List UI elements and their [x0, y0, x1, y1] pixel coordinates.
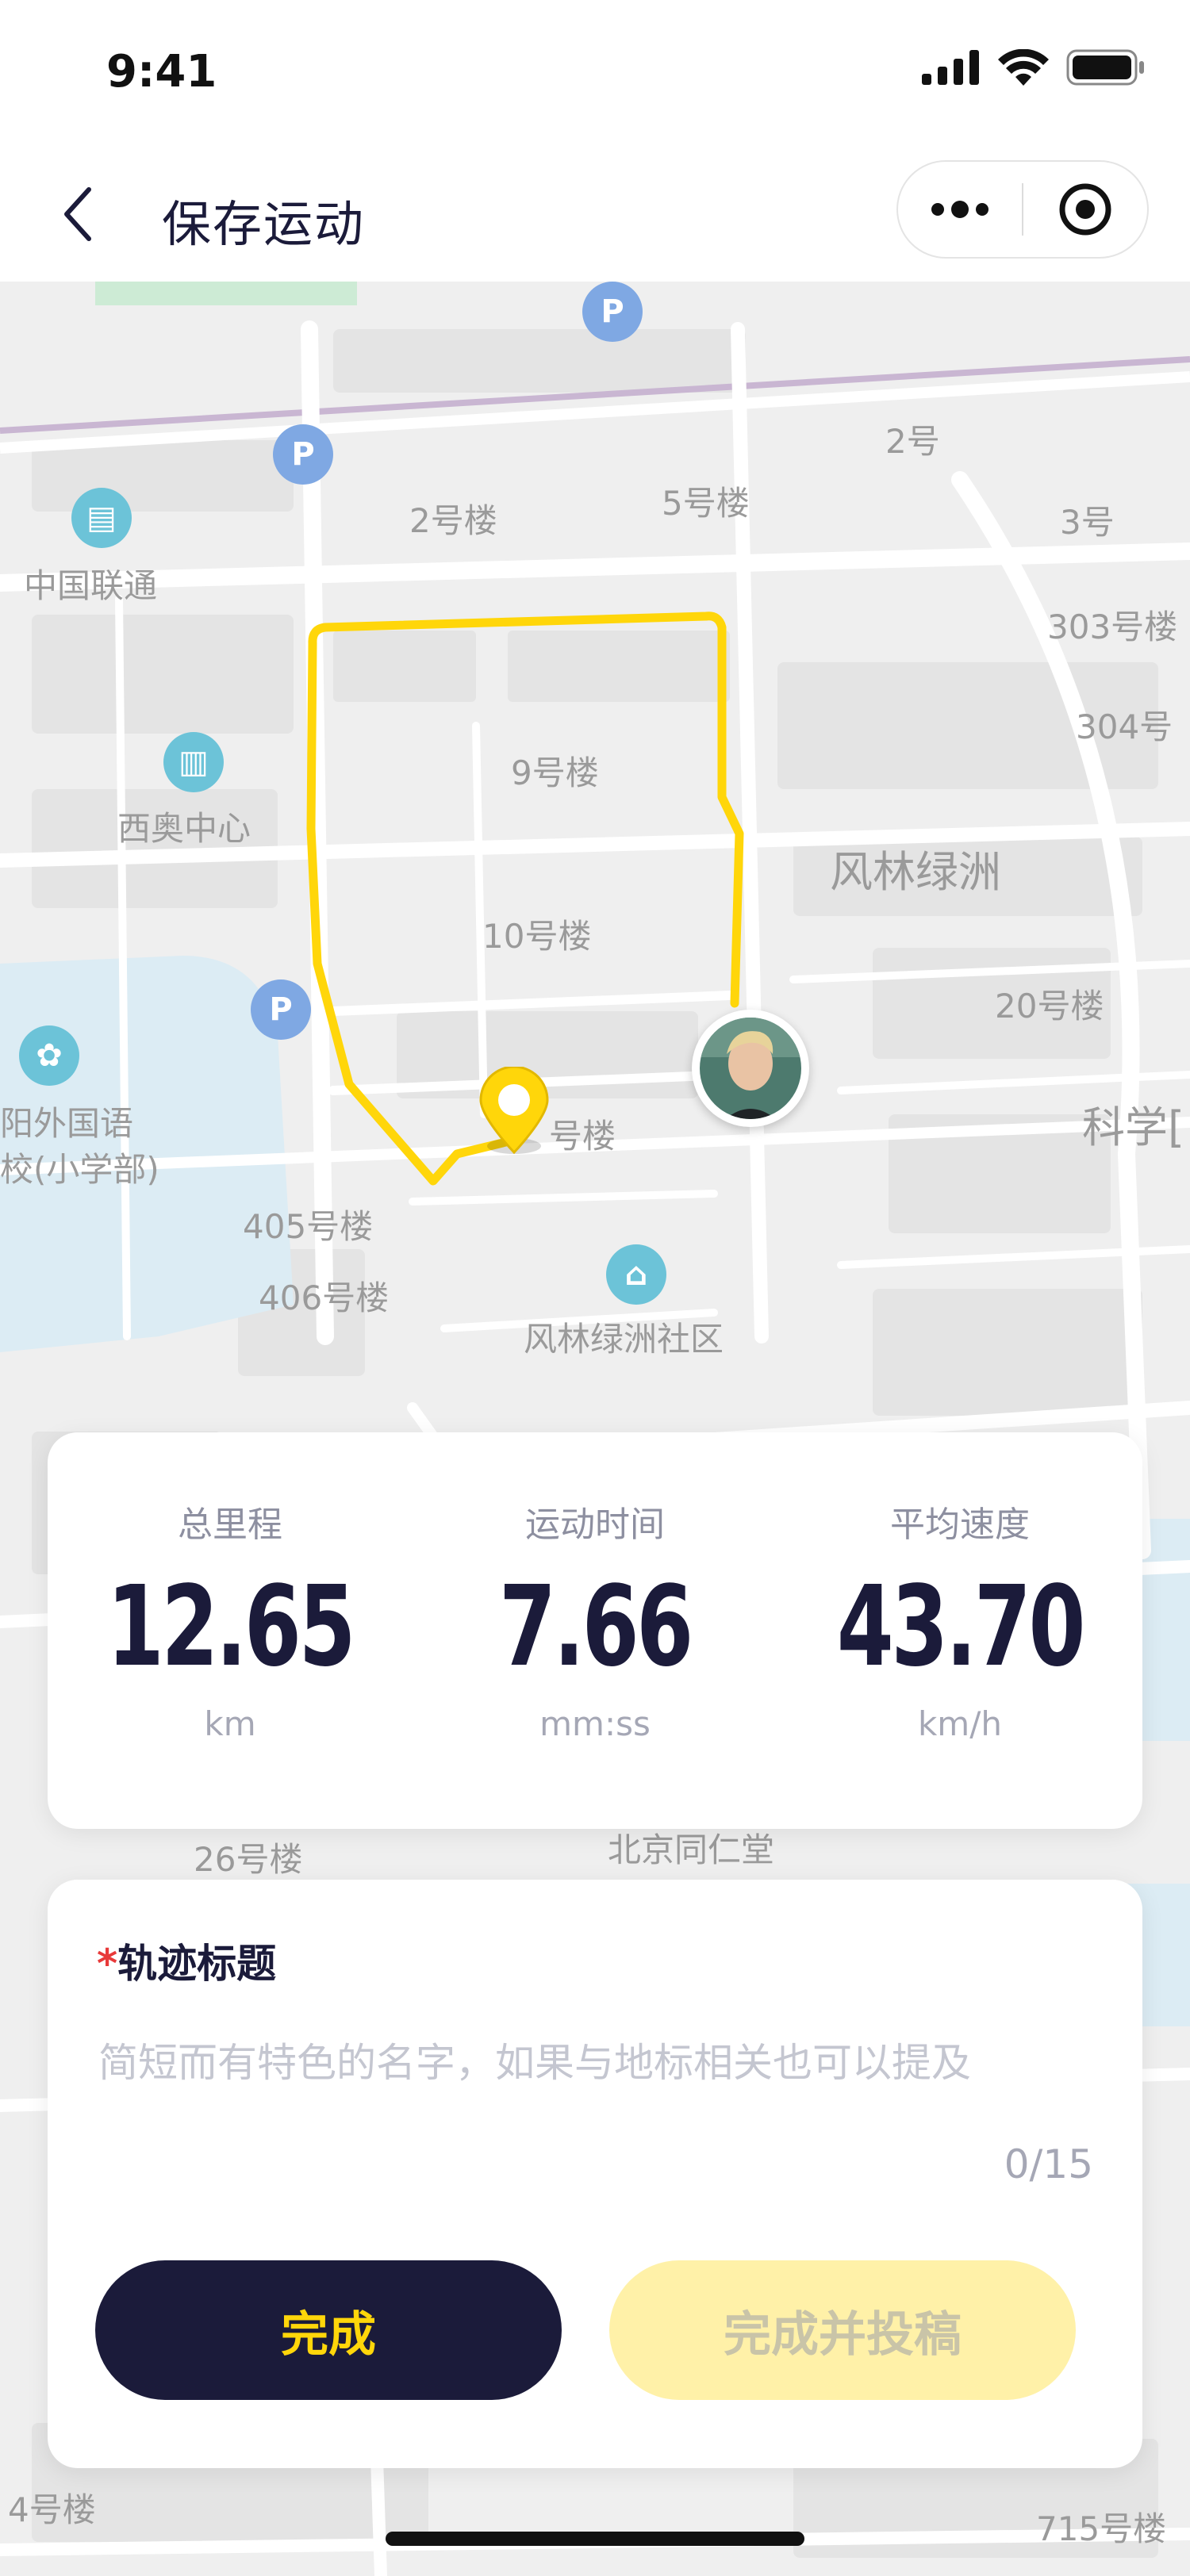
location-pin-icon — [479, 1067, 549, 1154]
track-title-input[interactable] — [97, 2014, 1100, 2111]
stat-value: 43.70 — [836, 1562, 1086, 1692]
required-mark: * — [97, 1941, 118, 1987]
track-title-label: *轨迹标题 — [97, 1932, 276, 1989]
battery-icon — [1066, 49, 1144, 86]
track-title-label-text: 轨迹标题 — [117, 1941, 277, 1987]
more-dots-icon — [931, 201, 988, 218]
more-button[interactable] — [898, 162, 1022, 257]
start-location-marker[interactable] — [476, 1067, 552, 1154]
stat-value: 12.65 — [106, 1562, 356, 1692]
miniprogram-capsule — [896, 160, 1149, 259]
chevron-left-icon — [64, 187, 91, 241]
char-counter: 0/15 — [1004, 2141, 1093, 2187]
stat-duration: 运动时间 7.66 mm:ss — [413, 1432, 777, 1829]
home-indicator — [386, 2532, 804, 2546]
status-icons — [922, 49, 1146, 86]
close-miniprogram-button[interactable] — [1023, 162, 1147, 257]
page-title: 保存运动 — [162, 195, 366, 253]
stat-unit: km/h — [917, 1704, 1002, 1743]
user-avatar[interactable] — [692, 1010, 809, 1127]
stat-label: 运动时间 — [525, 1505, 665, 1545]
back-button[interactable] — [38, 174, 117, 254]
stat-avg-speed: 平均速度 43.70 km/h — [777, 1432, 1142, 1829]
avatar-image — [700, 1018, 801, 1119]
stat-unit: mm:ss — [539, 1704, 651, 1743]
stat-distance: 总里程 12.65 km — [48, 1432, 413, 1829]
track-title-card: *轨迹标题 0/15 完成 完成并投稿 — [48, 1880, 1142, 2468]
signal-icon — [922, 50, 979, 85]
status-bar: 9:41 — [0, 0, 1190, 143]
done-and-submit-button[interactable]: 完成并投稿 — [609, 2260, 1076, 2400]
stat-unit: km — [204, 1704, 256, 1743]
stats-card: 总里程 12.65 km 运动时间 7.66 mm:ss 平均速度 43.70 … — [48, 1432, 1142, 1829]
stat-value: 7.66 — [499, 1562, 693, 1692]
nav-bar: 保存运动 — [0, 143, 1190, 282]
status-time: 9:41 — [106, 46, 217, 98]
stat-label: 总里程 — [178, 1505, 282, 1545]
target-close-icon — [1059, 183, 1111, 236]
done-button[interactable]: 完成 — [95, 2260, 562, 2400]
stat-label: 平均速度 — [890, 1505, 1030, 1545]
wifi-icon — [998, 49, 1049, 86]
